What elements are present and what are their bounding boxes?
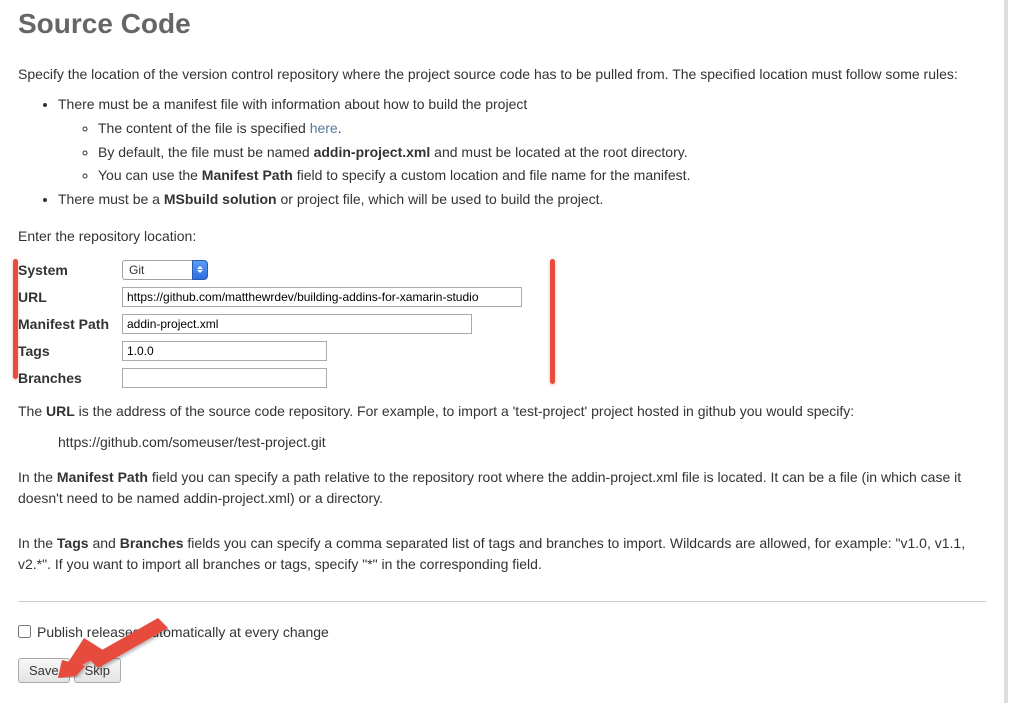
text: or project file, which will be used to b… [277,191,604,207]
tags-help-text: In the Tags and Branches fields you can … [18,533,986,575]
bold-text: Manifest Path [57,469,148,485]
bold-text: addin-project.xml [314,144,431,160]
url-help-text: The URL is the address of the source cod… [18,401,986,422]
text: By default, the file must be named [98,144,314,160]
text: and must be located at the root director… [430,144,687,160]
url-example: https://github.com/someuser/test-project… [58,432,986,453]
rules-list: There must be a manifest file with infor… [18,93,986,212]
text: . [338,120,342,136]
system-select[interactable]: Git [122,260,208,280]
text: There must be a [58,191,164,207]
skip-button[interactable]: Skip [74,658,121,683]
enter-location-text: Enter the repository location: [18,226,986,247]
text: field to specify a custom location and f… [293,167,691,183]
rule-subitem: By default, the file must be named addin… [98,141,986,165]
publish-checkbox-label: Publish releases automatically at every … [37,624,329,640]
text: and [89,535,120,551]
bold-text: Tags [57,535,89,551]
rule-item: There must be a MSbuild solution or proj… [58,188,986,212]
bold-text: MSbuild solution [164,191,277,207]
repository-form: System Git URL Manifest Path Tags Branch… [18,257,986,391]
rule-text: There must be a manifest file with infor… [58,96,527,112]
bold-text: URL [46,403,75,419]
here-link[interactable]: here [310,120,338,136]
text: The [18,403,46,419]
url-label: URL [18,289,122,305]
bold-text: Manifest Path [202,167,293,183]
text: The content of the file is specified [98,120,310,136]
text: In the [18,469,57,485]
rule-subitem: The content of the file is specified her… [98,117,986,141]
text: You can use the [98,167,202,183]
branches-input[interactable] [122,368,327,388]
branches-label: Branches [18,370,122,386]
manifest-help-text: In the Manifest Path field you can speci… [18,467,986,509]
bold-text: Branches [120,535,184,551]
manifest-path-input[interactable] [122,314,472,334]
save-button[interactable]: Save [18,658,70,683]
tags-label: Tags [18,343,122,359]
system-label: System [18,262,122,278]
right-edge [1004,0,1008,703]
divider [18,601,986,602]
text: is the address of the source code reposi… [75,403,854,419]
rule-item: There must be a manifest file with infor… [58,93,986,188]
select-arrows-icon [192,260,208,280]
system-value: Git [122,260,192,280]
url-input[interactable] [122,287,522,307]
tags-input[interactable] [122,341,327,361]
rule-subitem: You can use the Manifest Path field to s… [98,164,986,188]
intro-text: Specify the location of the version cont… [18,64,986,85]
publish-checkbox[interactable] [18,625,31,638]
text: field you can specify a path relative to… [18,469,961,506]
text: In the [18,535,57,551]
page-title: Source Code [18,8,986,40]
manifest-path-label: Manifest Path [18,316,122,332]
